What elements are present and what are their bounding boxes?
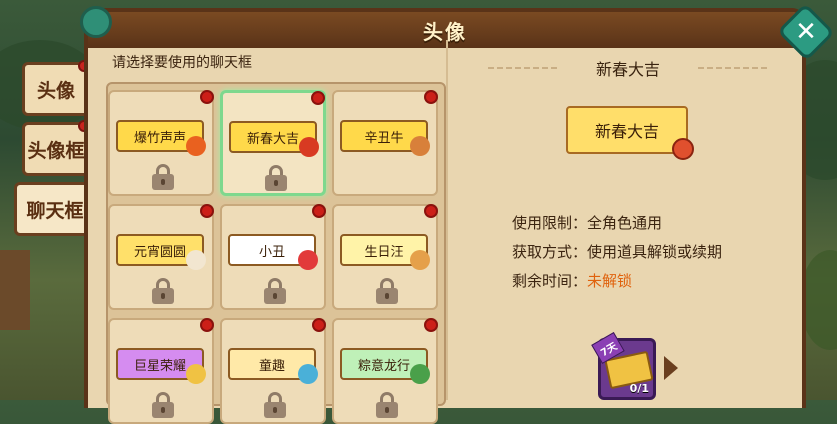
- chat-frame-sample: 爆竹声声: [116, 120, 206, 156]
- tab-chat-frame-label: 聊天框: [26, 199, 84, 222]
- remaining-value: 未解锁: [587, 272, 633, 290]
- chat-frame-sample: 童趣: [228, 348, 318, 384]
- lock-icon: [265, 165, 287, 191]
- lantern-icon: [672, 138, 694, 160]
- chat-frame-label: 粽意龙行: [357, 358, 410, 374]
- usage-value: 全角色通用: [587, 214, 663, 232]
- remaining-label: 剩余时间：: [512, 272, 588, 290]
- new-badge-icon: [424, 204, 438, 218]
- frame-decoration-icon: [410, 364, 430, 384]
- chat-frame-preview: 新春大吉: [566, 106, 694, 160]
- tab-avatar-label: 头像: [36, 79, 75, 102]
- frame-decoration-icon: [186, 136, 206, 156]
- chat-frame-label: 巨星荣耀: [133, 358, 186, 374]
- frame-decoration-icon: [410, 136, 430, 156]
- frame-decoration-icon: [299, 137, 319, 157]
- chat-frame-cell[interactable]: 爆竹声声: [108, 90, 214, 196]
- chat-frame-cell[interactable]: 粽意龙行: [332, 318, 438, 424]
- lock-icon: [264, 392, 286, 418]
- obtain-row: 获取方式：使用道具解锁或续期: [512, 241, 722, 262]
- ornament-icon: [80, 6, 112, 38]
- remaining-row: 剩余时间：未解锁: [512, 270, 632, 291]
- obtain-label: 获取方式：: [512, 243, 588, 261]
- chat-frame-cell[interactable]: 巨星荣耀: [108, 318, 214, 424]
- next-arrow-icon[interactable]: [664, 356, 678, 380]
- chat-frame-cell[interactable]: 辛丑牛: [332, 90, 438, 196]
- chat-frame-sample: 生日汪: [340, 234, 430, 270]
- chat-frame-label: 童趣: [258, 358, 285, 374]
- chat-frame-label: 爆竹声声: [133, 130, 186, 146]
- chat-frame-sample: 新春大吉: [229, 121, 319, 157]
- preview-label: 新春大吉: [594, 122, 659, 141]
- new-badge-icon: [424, 318, 438, 332]
- new-badge-icon: [311, 91, 325, 105]
- chat-frame-sample: 巨星荣耀: [116, 348, 206, 384]
- lock-icon: [152, 164, 174, 190]
- chat-frame-label: 辛丑牛: [364, 130, 404, 146]
- tab-avatar-frame-label: 头像框: [27, 139, 85, 162]
- chat-frame-label: 生日汪: [364, 244, 404, 260]
- lock-icon: [152, 392, 174, 418]
- tab-avatar[interactable]: 头像: [22, 60, 90, 116]
- frame-decoration-icon: [298, 250, 318, 270]
- new-badge-icon: [424, 90, 438, 104]
- chat-frame-cell[interactable]: 小丑: [220, 204, 326, 310]
- chat-frame-label: 新春大吉: [246, 131, 299, 147]
- usage-row: 使用限制：全角色通用: [512, 212, 662, 233]
- obtain-value: 使用道具解锁或续期: [587, 243, 723, 261]
- new-badge-icon: [200, 318, 214, 332]
- item-count: 0/1: [629, 382, 649, 395]
- selection-prompt: 请选择要使用的聊天框: [112, 55, 252, 71]
- chat-frame-label: 元宵圆圆: [133, 244, 186, 260]
- chat-frame-sample: 粽意龙行: [340, 348, 430, 384]
- new-badge-icon: [312, 204, 326, 218]
- lock-icon: [376, 278, 398, 304]
- chat-frame-sample: 小丑: [228, 234, 318, 270]
- lock-icon: [264, 278, 286, 304]
- frame-decoration-icon: [410, 250, 430, 270]
- detail-panel: 新春大吉 新春大吉 使用限制：全角色通用 获取方式：使用道具解锁或续期 剩余时间…: [448, 40, 808, 400]
- frame-decoration-icon: [186, 364, 206, 384]
- chat-frame-cell[interactable]: 元宵圆圆: [108, 204, 214, 310]
- chat-frame-cell[interactable]: 生日汪: [332, 204, 438, 310]
- new-badge-icon: [200, 90, 214, 104]
- frame-decoration-icon: [186, 250, 206, 270]
- usage-label: 使用限制：: [512, 214, 588, 232]
- new-badge-icon: [312, 318, 326, 332]
- chat-frame-sample: 辛丑牛: [340, 120, 430, 156]
- new-badge-icon: [200, 204, 214, 218]
- chat-frame-label: 小丑: [258, 244, 285, 260]
- selected-frame-name: 新春大吉: [488, 54, 768, 82]
- lock-icon: [152, 278, 174, 304]
- chat-frame-cell[interactable]: 童趣: [220, 318, 326, 424]
- lock-icon: [376, 392, 398, 418]
- chat-frame-sample: 元宵圆圆: [116, 234, 206, 270]
- unlock-item-slot[interactable]: 7天 0/1: [591, 331, 656, 400]
- frame-decoration-icon: [298, 364, 318, 384]
- chat-frame-cell[interactable]: 新春大吉: [220, 90, 326, 196]
- tab-avatar-frame[interactable]: 头像框: [22, 120, 90, 176]
